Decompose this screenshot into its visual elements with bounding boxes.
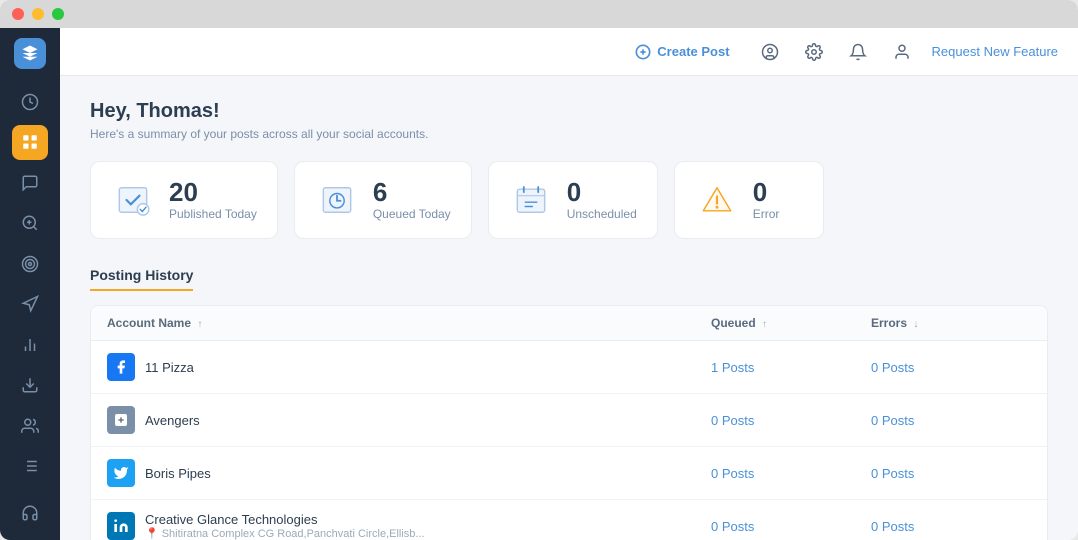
published-number: 20 [169,179,257,205]
account-subtitle: 📍Shitiratna Complex CG Road,Panchvati Ci… [145,527,425,540]
account-cell: Boris Pipes [107,459,711,487]
queued-number: 6 [373,179,451,205]
errors-posts-link[interactable]: 0 Posts [871,519,1031,534]
sidebar-item-charts[interactable] [12,328,48,362]
table-header: Account Name ↑ Queued ↑ Errors ↓ [91,306,1047,341]
account-platform-icon [107,353,135,381]
error-label: Error [753,207,780,221]
app-window: Create Post Request New Feature Hey, [0,0,1078,540]
posting-history-title: Posting History [90,267,193,291]
account-cell: Avengers [107,406,711,434]
settings-icon[interactable] [800,38,828,66]
account-platform-icon [107,406,135,434]
col-queued: Queued ↑ [711,316,871,330]
request-feature-link[interactable]: Request New Feature [932,44,1058,59]
sidebar-item-team[interactable] [12,409,48,443]
sidebar-item-dashboard[interactable] [12,125,48,159]
content-area: Hey, Thomas! Here's a summary of your po… [60,76,1078,540]
stat-card-error: 0 Error [674,161,824,239]
error-number: 0 [753,179,780,205]
sidebar-item-analytics[interactable] [12,206,48,240]
unscheduled-label: Unscheduled [567,207,637,221]
account-platform-icon [107,512,135,540]
notification-icon[interactable] [844,38,872,66]
posting-history-section: Posting History Account Name ↑ Queued ↑ [90,267,1048,540]
user-profile-icon[interactable] [888,38,916,66]
table-row: Avengers 0 Posts 0 Posts [91,394,1047,447]
col-errors: Errors ↓ [871,316,1031,330]
sidebar-item-list[interactable] [12,449,48,483]
stats-row: 20 Published Today [90,161,1048,239]
error-icon [695,178,739,222]
errors-posts-link[interactable]: 0 Posts [871,360,1031,375]
create-post-button[interactable]: Create Post [625,38,739,66]
sidebar-logo[interactable] [14,38,46,69]
create-post-label: Create Post [657,44,729,59]
topbar: Create Post Request New Feature [60,28,1078,76]
queued-posts-link[interactable]: 0 Posts [711,413,871,428]
account-cell: 11 Pizza [107,353,711,381]
posting-history-table: Account Name ↑ Queued ↑ Errors ↓ [90,305,1048,540]
published-icon [111,178,155,222]
sidebar-item-nav[interactable] [12,85,48,119]
sidebar-item-target[interactable] [12,247,48,281]
table-row: Creative Glance Technologies 📍Shitiratna… [91,500,1047,540]
account-name: Avengers [145,413,200,428]
table-row: Boris Pipes 0 Posts 0 Posts [91,447,1047,500]
account-platform-icon [107,459,135,487]
queued-info: 6 Queued Today [373,179,451,221]
account-name: 11 Pizza [145,360,194,375]
stat-card-queued: 6 Queued Today [294,161,472,239]
queued-posts-link[interactable]: 1 Posts [711,360,871,375]
sidebar-item-download[interactable] [12,368,48,402]
stat-card-unscheduled: 0 Unscheduled [488,161,658,239]
greeting-text: Hey, Thomas! [90,100,1048,123]
stat-card-published: 20 Published Today [90,161,278,239]
sidebar-item-campaigns[interactable] [12,287,48,321]
published-info: 20 Published Today [169,179,257,221]
unscheduled-icon [509,178,553,222]
errors-posts-link[interactable]: 0 Posts [871,413,1031,428]
account-name: Boris Pipes [145,466,211,481]
col-account: Account Name ↑ [107,316,711,330]
table-body: 11 Pizza 1 Posts 0 Posts Avengers 0 Post… [91,341,1047,540]
close-button[interactable] [12,8,24,20]
unscheduled-number: 0 [567,179,637,205]
queued-icon [315,178,359,222]
unscheduled-info: 0 Unscheduled [567,179,637,221]
account-name: Creative Glance Technologies [145,512,425,527]
app-body: Create Post Request New Feature Hey, [0,28,1078,540]
queued-posts-link[interactable]: 0 Posts [711,519,871,534]
maximize-button[interactable] [52,8,64,20]
circle-menu-icon[interactable] [756,38,784,66]
queued-label: Queued Today [373,207,451,221]
minimize-button[interactable] [32,8,44,20]
account-cell: Creative Glance Technologies 📍Shitiratna… [107,512,711,540]
titlebar [0,0,1078,28]
table-row: 11 Pizza 1 Posts 0 Posts [91,341,1047,394]
errors-posts-link[interactable]: 0 Posts [871,466,1031,481]
queued-posts-link[interactable]: 0 Posts [711,466,871,481]
sidebar-item-messages[interactable] [12,166,48,200]
greeting-subtitle: Here's a summary of your posts across al… [90,127,1048,141]
published-label: Published Today [169,207,257,221]
sidebar-item-support[interactable] [12,496,48,530]
sidebar [0,28,60,540]
main-content: Create Post Request New Feature Hey, [60,28,1078,540]
error-info: 0 Error [753,179,780,221]
